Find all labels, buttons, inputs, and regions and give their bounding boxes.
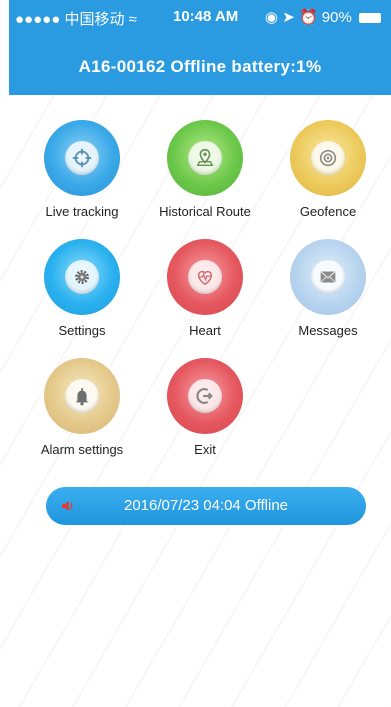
heart-icon bbox=[197, 270, 213, 286]
historical-route-label: Historical Route bbox=[159, 204, 251, 219]
wifi-icon: ≈ bbox=[128, 11, 137, 28]
geofence-button[interactable]: Geofence bbox=[268, 120, 388, 219]
battery-icon bbox=[359, 13, 381, 24]
heart-label: Heart bbox=[189, 323, 221, 338]
crosshair-icon bbox=[72, 148, 92, 168]
alarm-clock-icon: ⏰ bbox=[298, 9, 318, 26]
target-icon bbox=[319, 149, 337, 167]
battery-percent: 90% bbox=[321, 9, 352, 26]
exit-circle bbox=[167, 358, 243, 434]
location-arrow-icon: ➤ bbox=[282, 9, 295, 26]
alarm-settings-button[interactable]: Alarm settings bbox=[22, 358, 142, 457]
messages-button[interactable]: Messages bbox=[268, 239, 388, 338]
gear-icon bbox=[75, 270, 89, 284]
envelope-icon bbox=[320, 271, 336, 283]
settings-label: Settings bbox=[58, 323, 106, 338]
alarm-settings-label: Alarm settings bbox=[40, 442, 124, 457]
exit-label: Exit bbox=[194, 442, 216, 457]
status-time: 10:48 AM bbox=[173, 8, 239, 25]
alarm-settings-circle bbox=[44, 358, 120, 434]
geofence-label: Geofence bbox=[299, 204, 357, 219]
speaker-icon bbox=[62, 501, 73, 511]
messages-circle bbox=[290, 239, 366, 315]
live-tracking-circle bbox=[44, 120, 120, 196]
carrier-label: ●●●●● 中国移动 ≈ bbox=[15, 11, 137, 28]
status-right: ◉ ➤ ⏰ 90% bbox=[265, 8, 381, 26]
status-bar: ●●●●● 中国移动 ≈ 10:48 AM ◉ ➤ ⏰ 90% bbox=[9, 8, 391, 30]
page-title: A16-00162 Offline battery:1% bbox=[78, 57, 322, 76]
app-header: ●●●●● 中国移动 ≈ 10:48 AM ◉ ➤ ⏰ 90% A16-0016… bbox=[9, 0, 391, 95]
settings-circle bbox=[44, 239, 120, 315]
live-tracking-label: Live tracking bbox=[45, 204, 119, 219]
lock-rotation-icon: ◉ bbox=[264, 9, 279, 26]
exit-icon bbox=[196, 388, 213, 404]
geofence-circle bbox=[290, 120, 366, 196]
heart-button[interactable]: Heart bbox=[145, 239, 265, 338]
historical-route-circle bbox=[167, 120, 243, 196]
historical-route-button[interactable]: Historical Route bbox=[145, 120, 265, 219]
notice-text: 2016/07/23 04:04 Offline bbox=[123, 497, 289, 514]
map-pin-icon bbox=[196, 148, 214, 167]
messages-label: Messages bbox=[298, 323, 358, 338]
heart-circle bbox=[167, 239, 243, 315]
bell-icon bbox=[75, 388, 89, 406]
live-tracking-button[interactable]: Live tracking bbox=[22, 120, 142, 219]
settings-button[interactable]: Settings bbox=[22, 239, 142, 338]
exit-button[interactable]: Exit bbox=[145, 358, 265, 457]
status-notice-bar[interactable]: 2016/07/23 04:04 Offline bbox=[46, 487, 366, 525]
